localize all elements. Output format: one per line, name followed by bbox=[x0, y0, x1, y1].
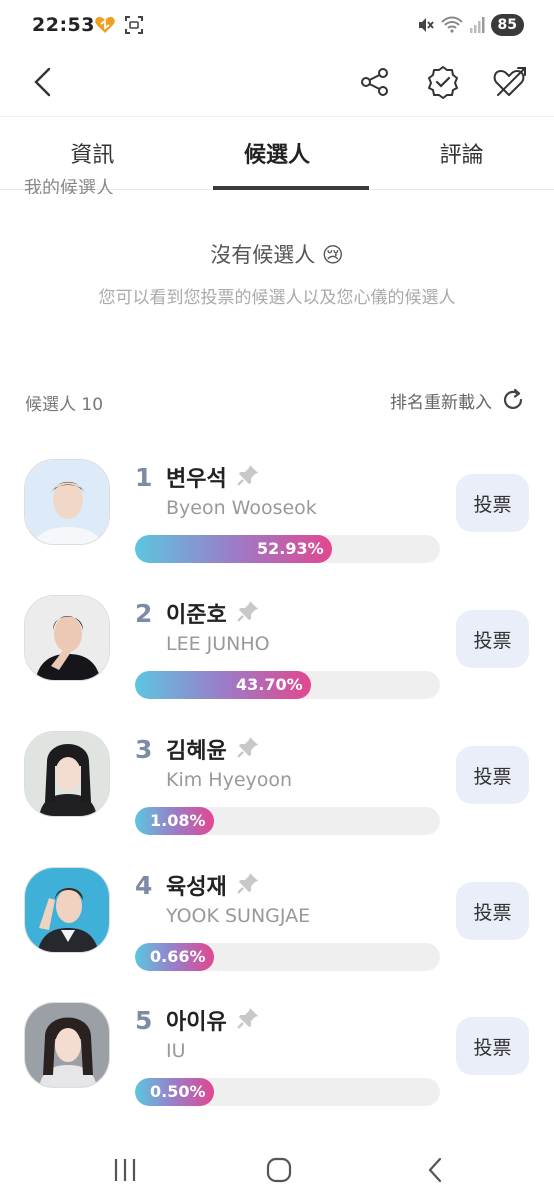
scan-icon bbox=[125, 16, 143, 34]
heart-arrow-icon bbox=[493, 67, 526, 96]
candidate-rank: 1 bbox=[135, 463, 153, 492]
recent-apps-icon bbox=[114, 1159, 136, 1181]
status-right-icons: 85 bbox=[417, 14, 524, 36]
candidate-english-name: YOOK SUNGJAE bbox=[166, 905, 311, 927]
candidate-row: 2 이준호 LEE JUNHO 43.70% 投票 bbox=[0, 595, 554, 731]
tab-comments[interactable]: 評論 bbox=[369, 117, 554, 189]
battery-level: 85 bbox=[490, 14, 524, 36]
vote-progress-bar: 0.50% bbox=[135, 1078, 440, 1106]
share-icon bbox=[361, 68, 388, 96]
candidate-avatar bbox=[24, 731, 110, 817]
share-button[interactable] bbox=[355, 62, 395, 102]
candidate-avatar bbox=[24, 1002, 110, 1088]
back-button[interactable] bbox=[22, 62, 62, 102]
candidate-name: 육성재 bbox=[166, 875, 227, 900]
candidate-name: 김혜윤 bbox=[166, 739, 227, 764]
vote-progress-bar: 52.93% bbox=[135, 535, 440, 563]
empty-state-subtitle: 您可以看到您投票的候選人以及您心儀的候選人 bbox=[98, 288, 456, 308]
refresh-icon bbox=[503, 388, 523, 409]
candidate-row: 5 아이유 IU 0.50% 投票 bbox=[0, 1002, 554, 1138]
vote-button[interactable]: 投票 bbox=[456, 882, 529, 940]
heart-notification-icon bbox=[95, 17, 115, 33]
vote-percent: 1.08% bbox=[150, 811, 206, 830]
recent-apps-button[interactable] bbox=[100, 1148, 150, 1192]
candidate-avatar bbox=[24, 867, 110, 953]
vote-percent: 43.70% bbox=[236, 675, 303, 694]
vote-progress-bar: 0.66% bbox=[135, 943, 440, 971]
chevron-left-icon bbox=[34, 67, 51, 97]
verified-badge-icon bbox=[428, 66, 458, 99]
my-candidates-header: 我的候選人 bbox=[24, 170, 224, 194]
pin-icon[interactable] bbox=[236, 1006, 260, 1030]
vote-button[interactable]: 投票 bbox=[456, 474, 529, 532]
vote-progress-bar: 1.08% bbox=[135, 807, 440, 835]
status-bar: 22:53 85 bbox=[0, 0, 554, 52]
candidate-english-name: Byeon Wooseok bbox=[166, 497, 317, 519]
candidate-name: 변우석 bbox=[166, 467, 227, 492]
back-arrow-icon bbox=[428, 1157, 442, 1183]
pin-icon[interactable] bbox=[236, 463, 260, 487]
reload-ranking-button[interactable]: 排名重新載入 bbox=[390, 387, 526, 413]
vote-button[interactable]: 投票 bbox=[456, 746, 529, 804]
empty-state-title: 沒有候選人 😢 bbox=[210, 243, 344, 267]
system-nav-bar bbox=[0, 1140, 554, 1200]
pin-icon[interactable] bbox=[236, 735, 260, 759]
pin-icon[interactable] bbox=[236, 871, 260, 895]
candidate-row: 3 김혜윤 Kim Hyeyoon 1.08% 投票 bbox=[0, 731, 554, 867]
candidate-avatar bbox=[24, 595, 110, 681]
candidate-row: 4 육성재 YOOK SUNGJAE 0.66% 投票 bbox=[0, 867, 554, 1003]
status-left-icons bbox=[94, 15, 144, 35]
candidate-name: 아이유 bbox=[166, 1010, 227, 1035]
vote-percent: 0.50% bbox=[150, 1082, 206, 1101]
status-time: 22:53 bbox=[32, 14, 95, 36]
pin-icon[interactable] bbox=[236, 599, 260, 623]
candidate-rank: 5 bbox=[135, 1006, 153, 1035]
wifi-icon bbox=[440, 16, 463, 33]
header bbox=[0, 52, 554, 116]
favorite-button[interactable] bbox=[490, 62, 530, 102]
vote-percent: 0.66% bbox=[150, 947, 206, 966]
candidate-rank: 4 bbox=[135, 871, 153, 900]
vote-progress-bar: 43.70% bbox=[135, 671, 440, 699]
verify-button[interactable] bbox=[423, 62, 463, 102]
signal-icon bbox=[469, 17, 485, 33]
system-back-button[interactable] bbox=[410, 1148, 460, 1192]
candidate-row: 1 변우석 Byeon Wooseok 52.93% 投票 bbox=[0, 459, 554, 595]
candidate-english-name: Kim Hyeyoon bbox=[166, 769, 293, 791]
candidate-english-name: LEE JUNHO bbox=[166, 633, 270, 655]
vote-button[interactable]: 投票 bbox=[456, 1017, 529, 1075]
candidate-english-name: IU bbox=[166, 1040, 186, 1062]
my-candidates-label: 我的候選人 bbox=[24, 178, 114, 194]
home-icon bbox=[266, 1157, 292, 1183]
candidate-rank: 3 bbox=[135, 735, 153, 764]
mute-icon bbox=[418, 18, 434, 32]
home-button[interactable] bbox=[254, 1148, 304, 1192]
candidate-count: 候選人 10 bbox=[25, 395, 104, 415]
vote-percent: 52.93% bbox=[257, 539, 324, 558]
candidate-name: 이준호 bbox=[166, 603, 227, 628]
candidate-avatar bbox=[24, 459, 110, 545]
candidate-rank: 2 bbox=[135, 599, 153, 628]
reload-ranking-label: 排名重新載入 bbox=[390, 392, 492, 413]
vote-button[interactable]: 投票 bbox=[456, 610, 529, 668]
